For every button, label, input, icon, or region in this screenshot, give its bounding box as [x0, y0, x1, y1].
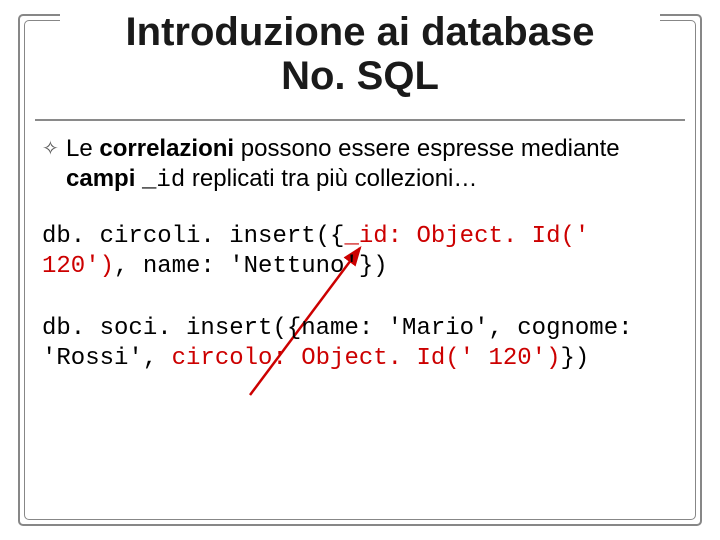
code: }) [561, 345, 590, 372]
txt: possono essere espresse mediante [234, 135, 620, 162]
title-line-2: No. SQL [281, 54, 439, 98]
txt: Le [66, 135, 99, 162]
txt-code: _id [142, 167, 185, 194]
bullet-icon: ✧ [42, 134, 66, 164]
txt-bold: correlazioni [99, 135, 234, 162]
txt-bold: campi [66, 165, 142, 192]
code-highlight: circolo: Object. Id(' 120') [172, 345, 561, 372]
code: db. circoli. insert({ [42, 223, 344, 250]
bullet-item: ✧ Le correlazioni possono essere espress… [42, 134, 678, 196]
title-divider [35, 119, 685, 121]
slide: Introduzione ai database No. SQL ✧ Le co… [0, 0, 720, 540]
code-block-1: db. circoli. insert({_id: Object. Id(' 1… [42, 222, 678, 282]
title-line-1: Introduzione ai database [126, 10, 595, 54]
slide-body: ✧ Le correlazioni possono essere espress… [42, 134, 678, 374]
code: , name: 'Nettuno'}) [114, 253, 388, 280]
slide-title: Introduzione ai database No. SQL [0, 10, 720, 98]
bullet-text: Le correlazioni possono essere espresse … [66, 134, 678, 196]
code-block-2: db. soci. insert({name: 'Mario', cognome… [42, 314, 678, 374]
txt: replicati tra più collezioni… [185, 165, 477, 192]
